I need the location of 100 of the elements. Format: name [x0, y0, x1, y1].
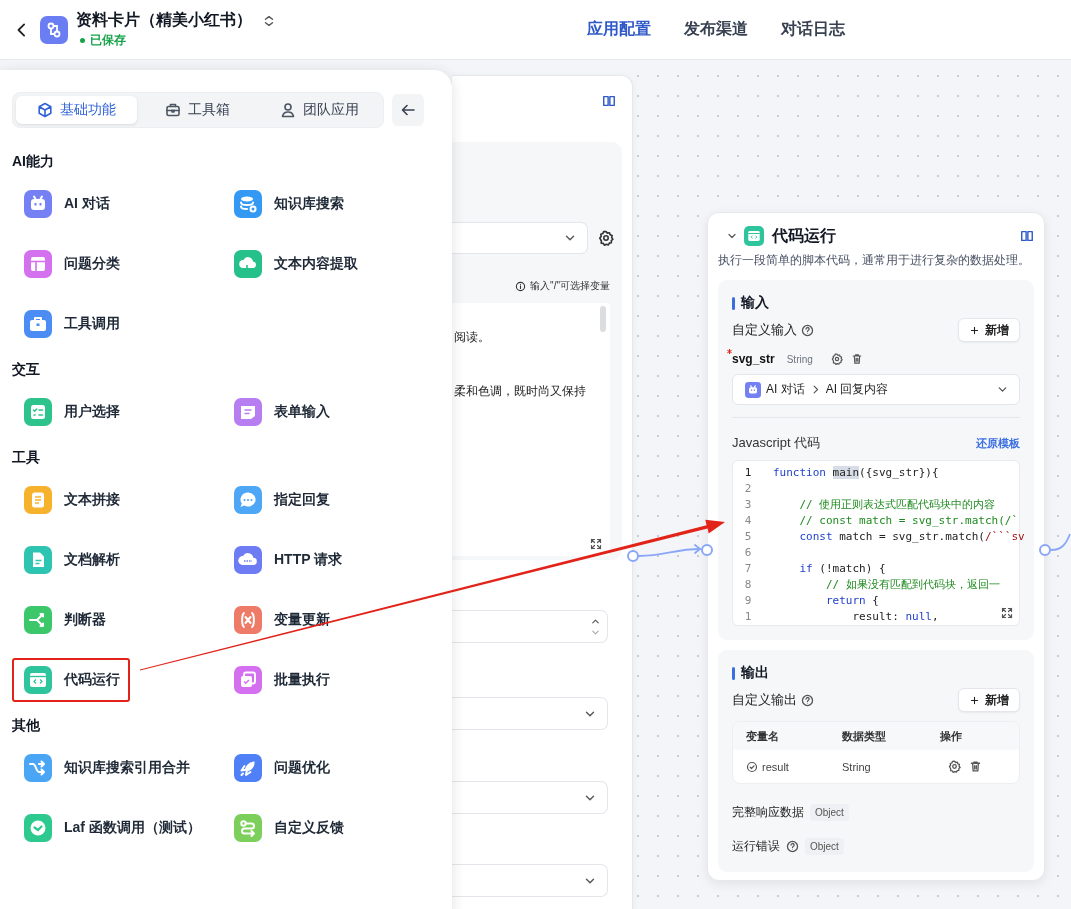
- node-item[interactable]: 自定义反馈: [222, 806, 354, 850]
- node-item[interactable]: 文本内容提取: [222, 242, 368, 286]
- node-item[interactable]: 用户选择: [12, 390, 130, 434]
- book-icon[interactable]: [1020, 229, 1034, 243]
- node-item[interactable]: 知识库搜索: [222, 182, 354, 226]
- node-item[interactable]: 问题优化: [222, 746, 340, 790]
- table-cell: result: [762, 760, 789, 773]
- settings-icon[interactable]: [948, 760, 961, 773]
- line-number: 1: [743, 609, 753, 623]
- connection-edge: [638, 544, 702, 557]
- node-item[interactable]: 文档解析: [12, 538, 130, 582]
- delete-icon[interactable]: [969, 760, 982, 773]
- collapse-button[interactable]: [392, 94, 424, 126]
- code-line: return {: [824, 593, 879, 607]
- code-line: // 如果没有匹配到代码块，返回一: [824, 576, 1000, 592]
- settings-icon[interactable]: [830, 353, 843, 365]
- user-icon: [279, 102, 296, 118]
- variable-hint: 输入"/"可选择变量: [530, 279, 610, 293]
- select-field[interactable]: [452, 222, 588, 254]
- section-marker: [732, 296, 735, 310]
- node-description: 执行一段简单的脚本代码，通常用于进行复杂的数据处理。: [718, 252, 1031, 268]
- select-field[interactable]: [452, 864, 608, 897]
- line-number: 8: [743, 577, 753, 591]
- column-header: 变量名: [746, 728, 780, 744]
- panel-tab[interactable]: 工具箱: [137, 96, 259, 124]
- node-item[interactable]: 文本拼接: [12, 478, 130, 522]
- prompt-text: 柔和色调，既时尚又保持: [454, 383, 587, 400]
- expand-icon[interactable]: [1001, 607, 1013, 619]
- plus-icon: [969, 324, 980, 336]
- plus-icon: [969, 694, 980, 706]
- nav-tab[interactable]: 对话日志: [781, 19, 845, 40]
- node-item[interactable]: 判断器: [12, 598, 116, 642]
- info-icon: [515, 280, 527, 292]
- node-item[interactable]: 知识库搜索引用合并: [12, 746, 200, 790]
- add-button[interactable]: 新增: [958, 688, 1020, 712]
- line-number: 6: [743, 545, 753, 559]
- connection-handle[interactable]: [627, 550, 639, 562]
- code-line: if (!match) {: [798, 561, 886, 575]
- breadcrumb-item: AI 对话: [766, 381, 805, 398]
- help-icon[interactable]: [786, 839, 799, 853]
- back-arrow-icon: [400, 102, 416, 118]
- nav-tab[interactable]: 发布渠道: [684, 19, 748, 40]
- connection-handle[interactable]: [701, 544, 713, 556]
- node-item[interactable]: 代码运行: [12, 658, 130, 702]
- column-header: 操作: [940, 728, 963, 744]
- node-item[interactable]: HTTP 请求: [222, 538, 353, 582]
- node-item[interactable]: 指定回复: [222, 478, 340, 522]
- node-item[interactable]: Laf 函数调用（测试）: [12, 806, 211, 850]
- field-label: 自定义输入: [732, 321, 797, 339]
- code-window-icon: [744, 226, 764, 246]
- help-icon[interactable]: [801, 323, 814, 337]
- column-header: 数据类型: [842, 728, 887, 744]
- type-tag: Object: [810, 803, 849, 821]
- prompt-text: 阅读。: [454, 329, 491, 346]
- select-field[interactable]: [452, 781, 608, 814]
- help-icon[interactable]: [801, 693, 814, 707]
- type-label: String: [785, 352, 814, 366]
- toolbox-icon: [165, 102, 182, 118]
- field-label: 运行错误: [732, 837, 780, 855]
- breadcrumb-item: AI 回复内容: [825, 381, 889, 398]
- reset-link[interactable]: 还原模板: [976, 435, 1020, 451]
- line-number: 7: [743, 561, 753, 575]
- line-number: 5: [743, 529, 753, 543]
- prompt-textarea[interactable]: 阅读。 柔和色调，既时尚又保持: [452, 303, 610, 556]
- node-item[interactable]: 批量执行: [222, 658, 340, 702]
- number-field[interactable]: [452, 610, 608, 643]
- scrollbar-thumb: [600, 306, 606, 332]
- section-marker: [732, 666, 735, 680]
- book-icon[interactable]: [602, 94, 616, 108]
- delete-icon[interactable]: [850, 353, 863, 365]
- node-item[interactable]: AI 对话: [12, 182, 120, 226]
- node-item[interactable]: 工具调用: [12, 302, 130, 346]
- section-title: 工具: [12, 448, 41, 466]
- add-button[interactable]: 新增: [958, 318, 1020, 342]
- connection-handle[interactable]: [1039, 544, 1051, 556]
- expand-icon[interactable]: [590, 538, 602, 550]
- robot-icon: [745, 381, 761, 398]
- nav-tab[interactable]: 应用配置: [587, 19, 651, 40]
- section-heading: 输入: [741, 294, 769, 312]
- field-label: 完整响应数据: [732, 803, 804, 821]
- variable-name: svg_str: [732, 352, 775, 366]
- connection-edge: [1050, 533, 1071, 551]
- line-number: 9: [743, 593, 753, 607]
- field-label: Javascript 代码: [732, 434, 822, 452]
- panel-tab[interactable]: 基础功能: [16, 96, 138, 124]
- check-circle-icon: [746, 760, 758, 773]
- section-title: 交互: [12, 360, 41, 378]
- node-item[interactable]: 表单输入: [222, 390, 340, 434]
- line-number: 3: [743, 497, 753, 511]
- app-icon: [40, 15, 68, 44]
- code-line: function main({svg_str}){: [773, 465, 939, 479]
- variable-select[interactable]: AI 对话 AI 回复内容: [732, 374, 1020, 405]
- node-item[interactable]: 问题分类: [12, 242, 130, 286]
- section-title: AI能力: [12, 152, 55, 170]
- panel-tab[interactable]: 团队应用: [258, 96, 380, 124]
- type-tag: Object: [805, 837, 844, 855]
- settings-icon[interactable]: [598, 230, 614, 246]
- switch-icon[interactable]: [262, 13, 276, 28]
- select-field[interactable]: [452, 697, 608, 730]
- line-number: 2: [743, 481, 753, 495]
